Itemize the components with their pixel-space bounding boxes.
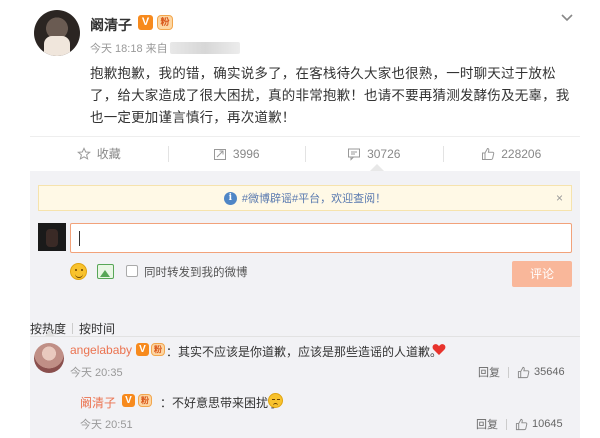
embarrassed-emoji-icon xyxy=(268,393,283,408)
sort-by-time[interactable]: 按时间 xyxy=(79,322,115,336)
post-time[interactable]: 今天 18:18 来自 xyxy=(90,43,168,55)
reply-button[interactable]: 回复 xyxy=(476,416,498,432)
repost-checkbox[interactable] xyxy=(126,265,138,277)
like-count: 228206 xyxy=(501,146,542,161)
sort-divider-line xyxy=(30,336,580,337)
repost-count: 3996 xyxy=(232,146,260,161)
reply-button[interactable]: 回复 xyxy=(478,364,500,380)
image-icon[interactable] xyxy=(97,264,114,279)
action-bar: 收藏 3996 30726 228206 xyxy=(30,136,580,170)
verified-badge-icon: V xyxy=(138,15,153,30)
thumbs-up-icon[interactable] xyxy=(515,418,528,431)
comment-icon xyxy=(348,148,361,161)
sort-divider xyxy=(72,323,74,334)
source-blurred xyxy=(169,42,240,54)
comment-input[interactable] xyxy=(70,223,572,253)
fan-badge-icon: 粉 xyxy=(151,343,165,356)
comment-time: 今天 20:35 xyxy=(70,367,123,379)
reply-text: ：不好意思带来困扰了 xyxy=(160,396,281,410)
repost-button[interactable]: 3996 xyxy=(167,137,306,170)
star-icon xyxy=(76,146,91,160)
rumor-notice[interactable]: i #微博辟谣#平台，欢迎查阅！ × xyxy=(38,185,572,211)
thumbs-up-icon xyxy=(482,147,495,160)
divider xyxy=(506,418,507,430)
weibo-post: 阚清子 V 粉 今天 18:18 来自 抱歉抱歉，我的错，确实说多了，在客栈待久… xyxy=(0,0,600,438)
close-icon[interactable]: × xyxy=(556,191,563,205)
sort-tabs: 按热度 按时间 xyxy=(30,320,115,337)
chevron-down-icon[interactable] xyxy=(560,10,574,24)
comment-user[interactable]: angelababy xyxy=(70,343,132,357)
verified-badge-icon: V xyxy=(136,343,149,356)
emoji-icon[interactable] xyxy=(70,263,87,280)
submit-comment-button[interactable]: 评论 xyxy=(512,261,572,287)
repost-checkbox-label: 同时转发到我的微博 xyxy=(144,267,248,279)
reply-actions: 回复 10645 xyxy=(476,416,563,432)
reply-like-count: 10645 xyxy=(532,418,563,430)
author-name[interactable]: 阚清子 xyxy=(90,15,132,35)
like-button[interactable]: 228206 xyxy=(442,137,581,170)
heart-icon xyxy=(432,344,446,355)
comment-caret xyxy=(370,164,384,171)
verified-badge-icon: V xyxy=(122,394,135,407)
repost-icon xyxy=(213,148,226,160)
thumbs-up-icon[interactable] xyxy=(517,366,530,379)
info-icon: i xyxy=(223,191,237,205)
reply-user[interactable]: 阚清子 xyxy=(80,394,116,411)
fan-badge-icon: 粉 xyxy=(138,394,152,407)
favorite-button[interactable]: 收藏 xyxy=(30,137,168,170)
post-body: 抱歉抱歉，我的错，确实说多了，在客栈待久大家也很熟，一时聊天过于放松了，给大家造… xyxy=(90,66,570,125)
comment-actions: 回复 35646 xyxy=(478,364,565,380)
fan-badge-icon: 粉 xyxy=(157,15,173,30)
favorite-label: 收藏 xyxy=(96,147,121,161)
divider xyxy=(508,366,509,378)
reply-time: 今天 20:51 xyxy=(80,419,133,431)
comment-avatar[interactable] xyxy=(34,343,64,373)
post-meta: 今天 18:18 来自 xyxy=(90,40,240,56)
my-avatar xyxy=(38,223,66,251)
notice-text: #微博辟谣#平台，欢迎查阅！ xyxy=(241,193,387,205)
sort-caret xyxy=(45,331,55,336)
comment-like-count: 35646 xyxy=(534,366,565,378)
comment-count: 30726 xyxy=(367,146,401,161)
text-cursor xyxy=(79,231,80,246)
author-avatar[interactable] xyxy=(34,10,80,56)
comment-text: ：其实不应该是你道歉，应该是那些造谣的人道歉。 xyxy=(166,345,443,359)
